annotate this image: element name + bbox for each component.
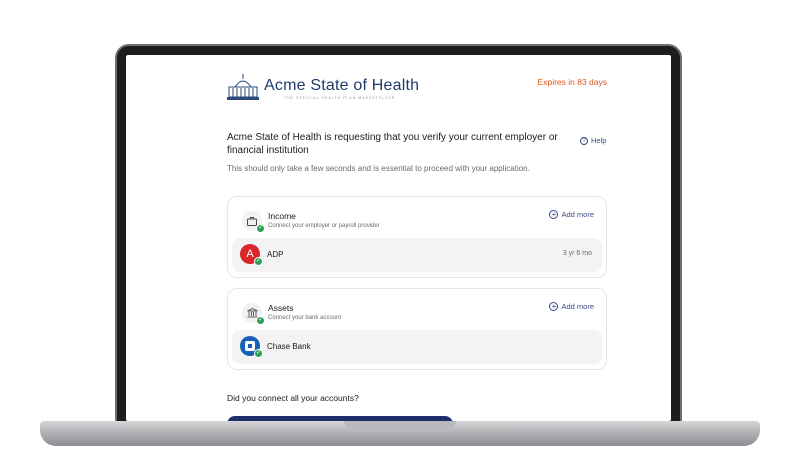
income-title: Income	[268, 211, 296, 221]
add-more-label: Add more	[561, 302, 594, 311]
connect-question: Did you connect all your accounts?	[227, 393, 359, 403]
check-icon: ✓	[254, 257, 263, 266]
adp-logo-icon: A ✓	[240, 244, 263, 266]
plus-icon: +	[549, 302, 559, 311]
laptop-notch	[344, 421, 456, 429]
account-name: ADP	[267, 250, 284, 259]
account-name: Chase Bank	[267, 342, 311, 351]
plus-icon: +	[549, 210, 559, 219]
account-row-adp[interactable]: A ✓ ADP 3 yr 6 mo	[232, 238, 602, 272]
account-row-chase[interactable]: ✓ Chase Bank	[232, 330, 602, 364]
assets-title: Assets	[268, 303, 294, 313]
help-icon: ?	[580, 136, 588, 145]
continue-button[interactable]	[227, 416, 453, 421]
adp-logo-letter: A	[246, 248, 254, 260]
add-more-label: Add more	[561, 210, 594, 219]
check-icon: ✓	[256, 224, 265, 233]
page-heading: Acme State of Health is requesting that …	[227, 132, 558, 156]
help-link[interactable]: ? Help	[580, 136, 606, 145]
intro-subtext: This should only take a few seconds and …	[227, 164, 530, 173]
assets-subtitle: Connect your bank account	[268, 315, 342, 321]
check-icon: ✓	[256, 316, 265, 325]
screen: Acme State of Health THE OFFICIAL HEALTH…	[126, 55, 671, 421]
income-add-more-button[interactable]: + Add more	[549, 210, 594, 219]
help-label: Help	[591, 136, 607, 145]
bank-icon: ✓	[242, 303, 265, 325]
briefcase-icon: ✓	[242, 211, 265, 233]
income-card: ✓ Income Connect your employer or payrol…	[227, 196, 607, 278]
assets-card: ✓ Assets Connect your bank account + Add…	[227, 288, 607, 370]
chase-logo-icon: ✓	[240, 336, 263, 358]
brand-title: Acme State of Health	[264, 77, 420, 94]
stage: Acme State of Health THE OFFICIAL HEALTH…	[0, 0, 800, 450]
capitol-logo-icon	[227, 74, 259, 100]
income-subtitle: Connect your employer or payroll provide…	[268, 223, 380, 229]
check-icon: ✓	[254, 349, 263, 358]
brand-subtitle: THE OFFICIAL HEALTH PLAN MARKETPLACE	[284, 96, 396, 100]
account-tenure: 3 yr 6 mo	[562, 250, 592, 257]
assets-add-more-button[interactable]: + Add more	[549, 302, 594, 311]
chase-mark	[245, 341, 255, 351]
expires-label: Expires in 83 days	[537, 77, 607, 87]
